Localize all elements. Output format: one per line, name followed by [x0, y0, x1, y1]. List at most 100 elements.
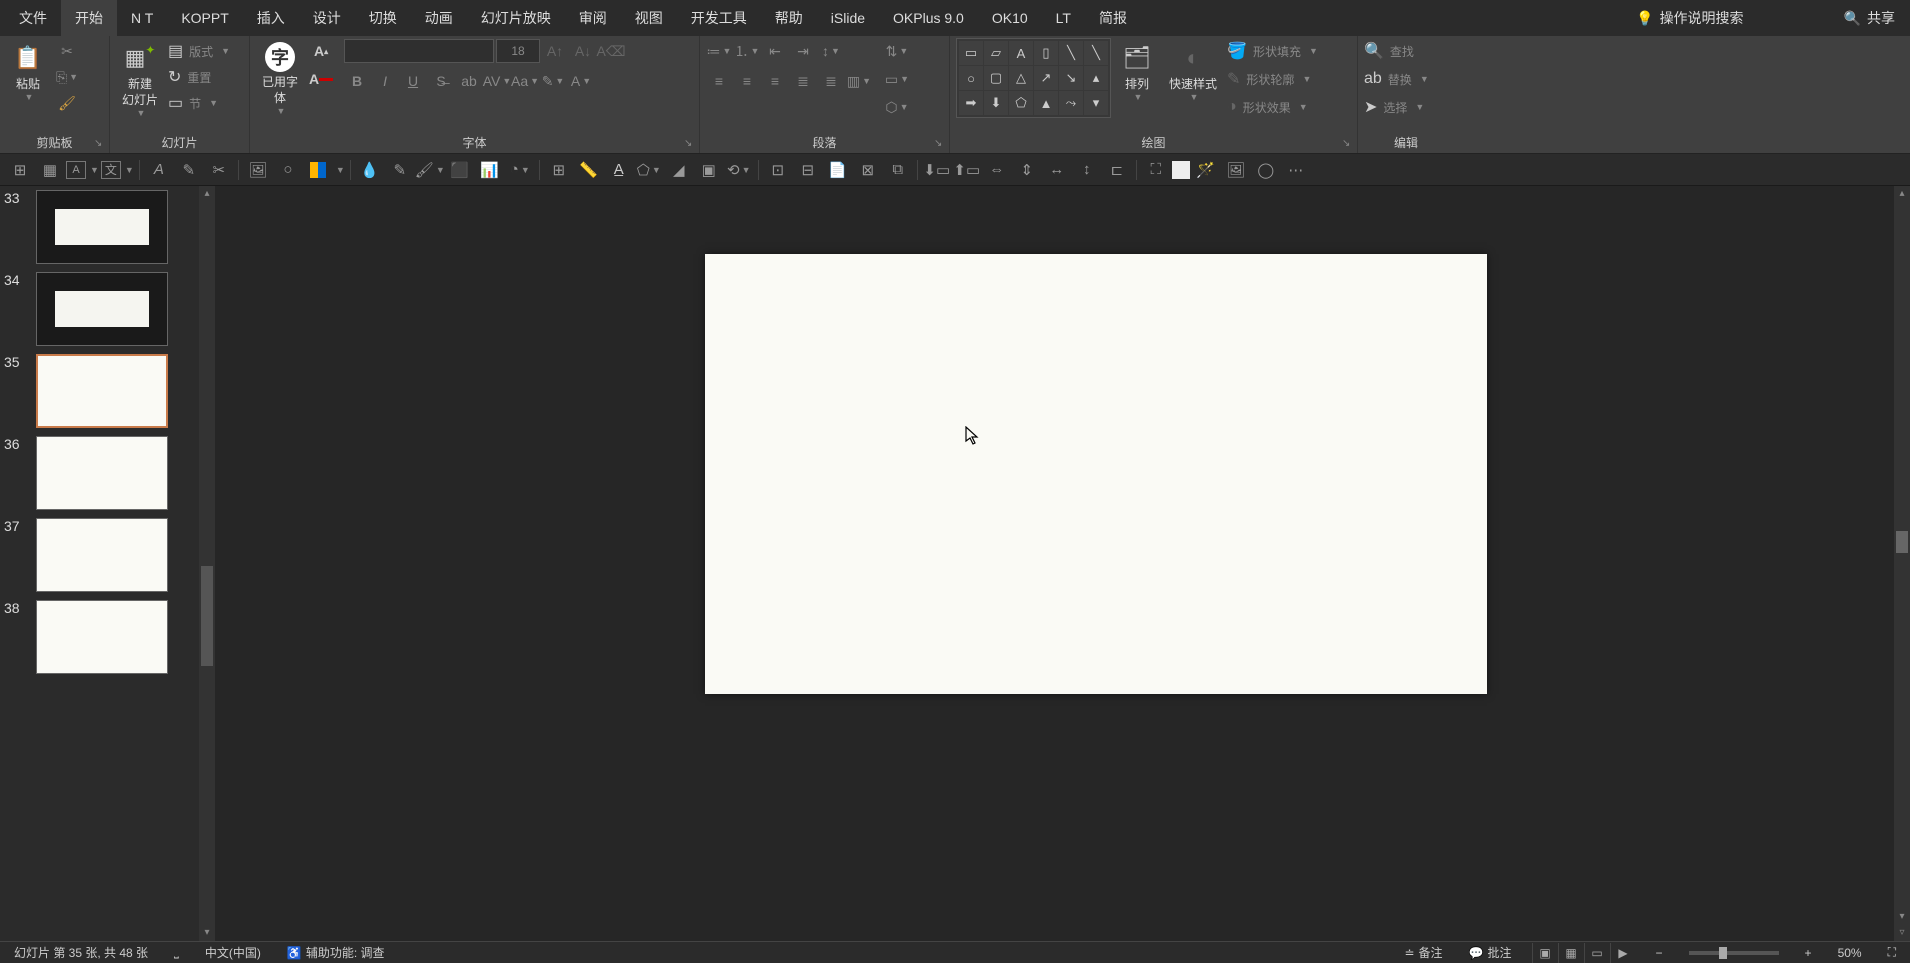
tool-ungroup[interactable]: ⊟	[794, 156, 822, 184]
tool-flip-h[interactable]: ⇔	[983, 156, 1011, 184]
highlight-button[interactable]: ✎▼	[540, 68, 566, 94]
tell-me-search[interactable]: 💡 操作说明搜索	[1626, 8, 1753, 28]
tool-image[interactable]: 🖼	[1222, 156, 1250, 184]
zoom-out-button[interactable]: −	[1650, 946, 1669, 960]
tool-2[interactable]: ▦	[36, 156, 64, 184]
font-color-button[interactable]: A▼	[568, 68, 594, 94]
tool-fill-white[interactable]	[1172, 161, 1190, 179]
underline-button[interactable]: U	[400, 68, 426, 94]
tool-picture[interactable]: 🖼	[244, 156, 272, 184]
comments-button[interactable]: 💬批注	[1463, 944, 1518, 961]
copy-button[interactable]: ⎘▼	[54, 64, 80, 90]
language-button[interactable]: 中文(中国)	[199, 944, 267, 961]
tab-help[interactable]: 帮助	[761, 0, 817, 36]
char-spacing-button[interactable]: AV▼	[484, 68, 510, 94]
align-right-button[interactable]: ≡	[762, 68, 788, 94]
normal-view-button[interactable]: ▣	[1532, 943, 1558, 963]
tool-fit[interactable]: ⛶	[1142, 156, 1170, 184]
find-button[interactable]: 🔍查找	[1364, 38, 1429, 64]
bold-button[interactable]: B	[344, 68, 370, 94]
tool-highlighter[interactable]: ✎	[175, 156, 203, 184]
arrange-button[interactable]: 🗂 排列 ▼	[1115, 38, 1159, 106]
thumbnail-34[interactable]: 34	[0, 268, 215, 350]
shape-roundrect-icon[interactable]: ▢	[984, 66, 1008, 90]
thumbnail-37[interactable]: 37	[0, 514, 215, 596]
tool-pen[interactable]: ✎	[386, 156, 414, 184]
tab-animations[interactable]: 动画	[411, 0, 467, 36]
tool-pie[interactable]: ◔▼	[506, 156, 534, 184]
reading-view-button[interactable]: ▭	[1584, 943, 1610, 963]
shape-triangle-icon[interactable]: ▲	[1034, 91, 1058, 115]
tab-insert[interactable]: 插入	[243, 0, 299, 36]
slide-counter[interactable]: 幻灯片 第 35 张, 共 48 张	[8, 944, 154, 961]
tool-group[interactable]: ⊡	[764, 156, 792, 184]
share-button[interactable]: 🔍 共享	[1834, 8, 1905, 28]
canvas-scrollbar-vertical[interactable]: ▴ ▾ ▿	[1894, 186, 1910, 941]
tool-1[interactable]: ⊞	[6, 156, 34, 184]
zoom-slider-handle[interactable]	[1719, 947, 1727, 959]
tool-notes[interactable]: 📄	[824, 156, 852, 184]
tab-briefing[interactable]: 简报	[1085, 0, 1141, 36]
tab-ok10[interactable]: OK10	[978, 0, 1042, 36]
tab-file[interactable]: 文件	[5, 0, 61, 36]
tool-char[interactable]: 文	[101, 161, 121, 179]
scroll-up-icon[interactable]: ▴	[1894, 186, 1910, 202]
tool-text-effect[interactable]: A̲	[605, 156, 633, 184]
tab-review[interactable]: 审阅	[565, 0, 621, 36]
columns-button[interactable]: ▥▼	[846, 68, 872, 94]
tool-more[interactable]: ⋯	[1282, 156, 1310, 184]
tool-textbox[interactable]: A	[66, 161, 86, 179]
text-direction-button[interactable]: ⇅▼	[884, 38, 910, 64]
quick-styles-button[interactable]: ◐ 快速样式 ▼	[1163, 38, 1223, 106]
new-slide-button[interactable]: ▦✦ 新建 幻灯片 ▼	[116, 38, 164, 122]
align-text-button[interactable]: ▭▼	[884, 66, 910, 92]
shape-scroll-up-icon[interactable]: ▴	[1084, 66, 1108, 90]
zoom-in-button[interactable]: +	[1799, 946, 1818, 960]
tool-bring-front[interactable]: ⬆▭	[953, 156, 981, 184]
line-spacing-button[interactable]: ↕▼	[818, 38, 844, 64]
format-painter-button[interactable]: 🖌	[54, 90, 80, 116]
shape-scroll-down-icon[interactable]: ▾	[1084, 91, 1108, 115]
tool-magic[interactable]: 🪄	[1192, 156, 1220, 184]
distribute-button[interactable]: ≣	[818, 68, 844, 94]
tool-font-style[interactable]: A	[145, 156, 173, 184]
layout-button[interactable]: ▤版式▼	[168, 38, 230, 64]
increase-indent-button[interactable]: ⇥	[790, 38, 816, 64]
shrink-font-button[interactable]: A↓	[570, 38, 596, 64]
tool-color[interactable]	[304, 156, 332, 184]
select-button[interactable]: ➤选择▼	[1364, 94, 1429, 120]
cut-button[interactable]: ✂	[54, 38, 80, 64]
slide-canvas-area[interactable]: ▴ ▾ ▿	[215, 186, 1910, 941]
shape-textbox-icon[interactable]: ▯	[1034, 41, 1058, 65]
shape-fill-button[interactable]: 🪣形状填充▼	[1227, 38, 1318, 64]
thumbnail-35[interactable]: 35	[0, 350, 215, 432]
shadow-button[interactable]: ab	[456, 68, 482, 94]
tool-ruler[interactable]: 📏	[575, 156, 603, 184]
shape-textbox-icon[interactable]: A	[1009, 41, 1033, 65]
shapes-gallery[interactable]: ▭ ▱ A ▯ ╲ ╲ ○ ▢ △ ↗ ↘ ▴ ➡ ⬇ ⬠ ▲ ⤳ ▾	[956, 38, 1111, 118]
tab-slideshow[interactable]: 幻灯片放映	[467, 0, 565, 36]
smartart-convert-button[interactable]: ⬡▼	[884, 94, 910, 120]
tool-send-back[interactable]: ⬇▭	[923, 156, 951, 184]
strikethrough-button[interactable]: S̶	[428, 68, 454, 94]
shape-oval-icon[interactable]: ○	[959, 66, 983, 90]
clear-formatting-button[interactable]: A⌫	[598, 38, 624, 64]
drawing-dialog-launcher[interactable]: ↘	[1342, 138, 1354, 150]
shape-outline-button[interactable]: ✎形状轮廓▼	[1227, 66, 1318, 92]
bullets-button[interactable]: ≔▼	[706, 38, 732, 64]
replace-button[interactable]: ab替换▼	[1364, 66, 1429, 92]
tab-koppt[interactable]: KOPPT	[167, 0, 242, 36]
align-center-button[interactable]: ≡	[734, 68, 760, 94]
shape-curve-icon[interactable]: ⤳	[1059, 91, 1083, 115]
italic-button[interactable]: I	[372, 68, 398, 94]
accessibility-button[interactable]: ♿辅助功能: 调查	[281, 944, 391, 961]
numbering-button[interactable]: ⒈▼	[734, 38, 760, 64]
scroll-down-icon[interactable]: ▾	[1894, 909, 1910, 925]
shape-rect-icon[interactable]: ▭	[959, 41, 983, 65]
tab-islide[interactable]: iSlide	[817, 0, 879, 36]
shape-pentagon-icon[interactable]: ⬠	[1009, 91, 1033, 115]
paragraph-dialog-launcher[interactable]: ↘	[934, 138, 946, 150]
align-left-button[interactable]: ≡	[706, 68, 732, 94]
decrease-indent-button[interactable]: ⇤	[762, 38, 788, 64]
tool-layers[interactable]: ▣	[695, 156, 723, 184]
